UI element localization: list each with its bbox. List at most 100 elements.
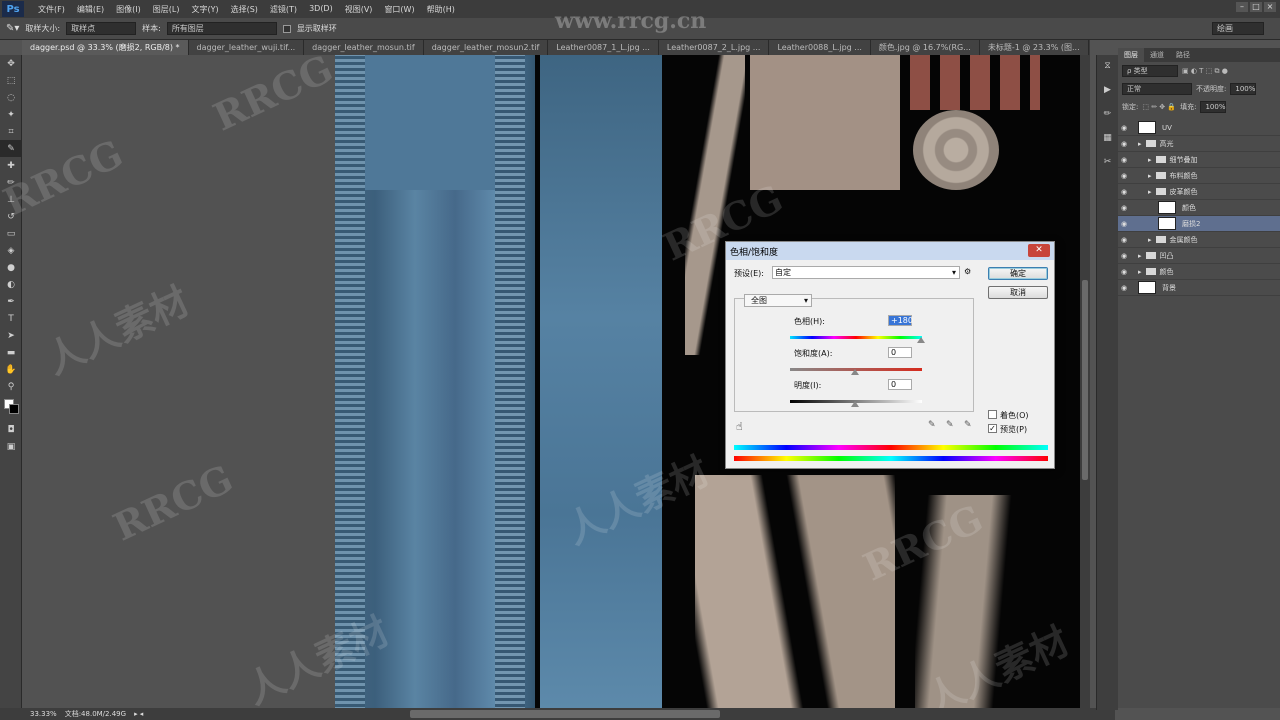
- visibility-eye-icon[interactable]: ◉: [1118, 124, 1130, 132]
- filter-icons[interactable]: ▣ ◐ T ⬚ ⧉ ●: [1182, 67, 1228, 76]
- maximize-icon[interactable]: □: [1250, 2, 1262, 12]
- swatches-panel-icon[interactable]: ▦: [1101, 133, 1115, 147]
- layer-name[interactable]: 颜色: [1160, 267, 1174, 277]
- type-tool-icon[interactable]: T: [0, 310, 22, 327]
- tab-document[interactable]: 未标题-1 @ 23.3% (图...: [979, 40, 1089, 55]
- sample-size-select[interactable]: 取样点: [66, 22, 137, 35]
- tab-document[interactable]: dagger_leather_wuji.tif...: [188, 40, 305, 55]
- saturation-slider-thumb[interactable]: [851, 369, 859, 375]
- path-selection-tool-icon[interactable]: ➤: [0, 327, 22, 344]
- workspace-select[interactable]: 绘画: [1212, 22, 1264, 35]
- ok-button[interactable]: 确定: [988, 267, 1048, 280]
- move-tool-icon[interactable]: ✥: [0, 55, 22, 72]
- menu-type[interactable]: 文字(Y): [185, 4, 224, 15]
- layer-filter-select[interactable]: ρ 类型: [1122, 65, 1178, 77]
- preview-checkbox[interactable]: ✓: [988, 424, 997, 433]
- visibility-eye-icon[interactable]: ◉: [1118, 188, 1130, 196]
- layer-name[interactable]: 背景: [1162, 283, 1176, 293]
- layer-name[interactable]: 皮革颜色: [1170, 187, 1198, 197]
- history-panel-icon[interactable]: ⧖: [1101, 61, 1115, 75]
- layer-row[interactable]: ◉ ▸ 金属颜色: [1118, 232, 1280, 248]
- layer-name[interactable]: 细节叠加: [1170, 155, 1198, 165]
- hue-slider-thumb[interactable]: [917, 337, 925, 343]
- menu-select[interactable]: 选择(S): [225, 4, 264, 15]
- eyedropper-icon[interactable]: ✎: [928, 420, 936, 430]
- layer-row[interactable]: ◉ 背景: [1118, 280, 1280, 296]
- marquee-tool-icon[interactable]: ⬚: [0, 72, 22, 89]
- menu-3d[interactable]: 3D(D): [303, 4, 339, 15]
- tab-layers[interactable]: 图层: [1118, 48, 1144, 62]
- layer-name[interactable]: 颜色: [1182, 203, 1196, 213]
- layer-thumbnail[interactable]: [1158, 217, 1176, 230]
- menu-file[interactable]: 文件(F): [32, 4, 71, 15]
- visibility-eye-icon[interactable]: ◉: [1118, 172, 1130, 180]
- layer-name[interactable]: 金属颜色: [1170, 235, 1198, 245]
- visibility-eye-icon[interactable]: ◉: [1118, 140, 1130, 148]
- zoom-tool-icon[interactable]: ⚲: [0, 378, 22, 395]
- blend-mode-select[interactable]: 正常: [1122, 83, 1192, 95]
- visibility-eye-icon[interactable]: ◉: [1118, 284, 1130, 292]
- quick-mask-icon[interactable]: ◘: [0, 421, 22, 438]
- dialog-title-bar[interactable]: 色相/饱和度 ✕: [726, 242, 1054, 260]
- visibility-eye-icon[interactable]: ◉: [1118, 156, 1130, 164]
- minimize-icon[interactable]: –: [1236, 2, 1248, 12]
- tab-document[interactable]: dagger_leather_mosun.tif: [304, 40, 424, 55]
- adjustments-panel-icon[interactable]: ✂: [1101, 157, 1115, 171]
- magic-wand-tool-icon[interactable]: ✦: [0, 106, 22, 123]
- expand-arrow-icon[interactable]: ▸: [1138, 140, 1142, 148]
- eyedropper-subtract-icon[interactable]: ✎: [964, 420, 972, 430]
- expand-arrow-icon[interactable]: ▸: [1148, 188, 1152, 196]
- layer-name[interactable]: 高光: [1160, 139, 1174, 149]
- layer-thumbnail[interactable]: [1158, 201, 1176, 214]
- layer-row[interactable]: ◉ ▸ 布料颜色: [1118, 168, 1280, 184]
- show-ring-checkbox[interactable]: [282, 24, 291, 33]
- tab-document[interactable]: Leather0087_1_L.jpg ...: [548, 40, 659, 55]
- layer-row[interactable]: ◉ ▸ 细节叠加: [1118, 152, 1280, 168]
- dodge-tool-icon[interactable]: ◐: [0, 276, 22, 293]
- layer-row[interactable]: ◉ ▸ 凹凸: [1118, 248, 1280, 264]
- fill-input[interactable]: 100%: [1200, 101, 1227, 113]
- eyedropper-tool-icon[interactable]: ✎▾: [6, 23, 19, 34]
- vertical-scroll-thumb[interactable]: [1082, 280, 1088, 480]
- hue-input[interactable]: +180: [888, 315, 913, 326]
- status-arrow-icon[interactable]: ▸ ◂: [134, 710, 143, 718]
- hand-adjust-icon[interactable]: ☝: [736, 420, 743, 433]
- tab-paths[interactable]: 路径: [1170, 48, 1196, 62]
- hand-tool-icon[interactable]: ✋: [0, 361, 22, 378]
- expand-arrow-icon[interactable]: ▸: [1138, 252, 1142, 260]
- layer-row[interactable]: ◉ UV: [1118, 120, 1280, 136]
- sample-select[interactable]: 所有图层: [166, 22, 277, 35]
- menu-filter[interactable]: 滤镜(T): [264, 4, 303, 15]
- lightness-slider-thumb[interactable]: [851, 401, 859, 407]
- clone-stamp-tool-icon[interactable]: ⊥: [0, 191, 22, 208]
- saturation-input[interactable]: 0: [888, 347, 912, 358]
- expand-arrow-icon[interactable]: ▸: [1138, 268, 1142, 276]
- tab-dagger-psd[interactable]: dagger.psd @ 33.3% (磨损2, RGB/8) *: [22, 40, 189, 55]
- tab-document[interactable]: dagger_leather_mosun2.tif: [423, 40, 549, 55]
- horizontal-scroll-thumb[interactable]: [410, 710, 720, 718]
- hue-slider-track[interactable]: [790, 336, 922, 339]
- screen-mode-icon[interactable]: ▣: [0, 438, 22, 455]
- background-color-swatch[interactable]: [9, 404, 19, 414]
- menu-help[interactable]: 帮助(H): [421, 4, 461, 15]
- healing-brush-tool-icon[interactable]: ✚: [0, 157, 22, 174]
- gear-icon[interactable]: ⚙: [964, 267, 971, 276]
- opacity-input[interactable]: 100%: [1230, 83, 1257, 95]
- layer-row[interactable]: ◉ ▸ 高光: [1118, 136, 1280, 152]
- brush-panel-icon[interactable]: ✏: [1101, 109, 1115, 123]
- brush-tool-icon[interactable]: ✏: [0, 174, 22, 191]
- blur-tool-icon[interactable]: ●: [0, 259, 22, 276]
- lightness-input[interactable]: 0: [888, 379, 912, 390]
- zoom-level[interactable]: 33.33%: [30, 710, 57, 718]
- expand-arrow-icon[interactable]: ▸: [1148, 156, 1152, 164]
- menu-window[interactable]: 窗口(W): [378, 4, 420, 15]
- menu-layer[interactable]: 图层(L): [147, 4, 186, 15]
- eraser-tool-icon[interactable]: ▭: [0, 225, 22, 242]
- visibility-eye-icon[interactable]: ◉: [1118, 268, 1130, 276]
- preset-select[interactable]: 自定 ▾: [772, 266, 960, 279]
- history-brush-tool-icon[interactable]: ↺: [0, 208, 22, 225]
- close-icon[interactable]: ×: [1264, 2, 1276, 12]
- tab-document[interactable]: Leather0088_L.jpg ...: [769, 40, 871, 55]
- expand-arrow-icon[interactable]: ▸: [1148, 172, 1152, 180]
- document-size[interactable]: 文档:48.0M/2.49G: [65, 709, 126, 719]
